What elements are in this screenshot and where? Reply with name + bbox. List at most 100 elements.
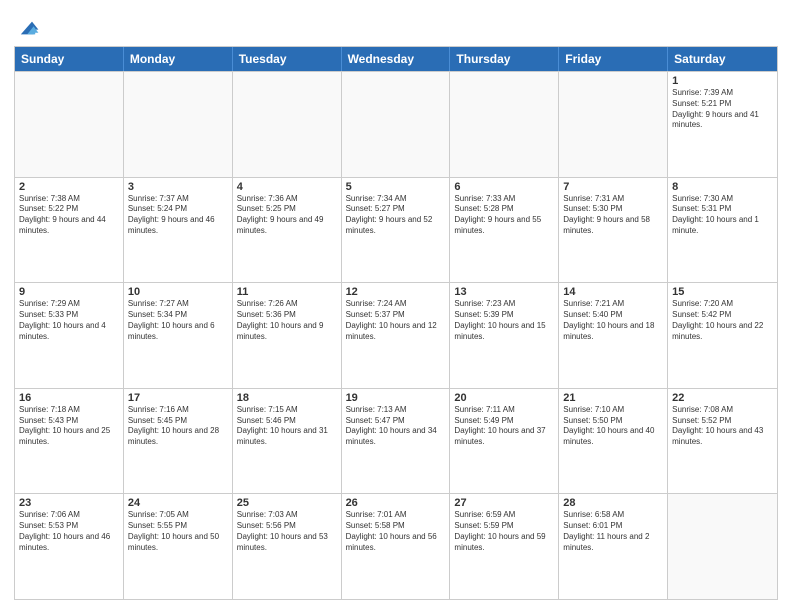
calendar-cell-15: 15Sunrise: 7:20 AMSunset: 5:42 PMDayligh… bbox=[668, 283, 777, 388]
cell-info: Sunrise: 6:58 AMSunset: 6:01 PMDaylight:… bbox=[563, 510, 663, 553]
calendar-cell-17: 17Sunrise: 7:16 AMSunset: 5:45 PMDayligh… bbox=[124, 389, 233, 494]
day-number: 14 bbox=[563, 286, 663, 298]
day-number: 3 bbox=[128, 181, 228, 193]
header-day-thursday: Thursday bbox=[450, 47, 559, 71]
day-number: 16 bbox=[19, 392, 119, 404]
day-number: 7 bbox=[563, 181, 663, 193]
cell-info: Sunrise: 7:38 AMSunset: 5:22 PMDaylight:… bbox=[19, 194, 119, 237]
calendar-cell-14: 14Sunrise: 7:21 AMSunset: 5:40 PMDayligh… bbox=[559, 283, 668, 388]
header-day-saturday: Saturday bbox=[668, 47, 777, 71]
logo bbox=[14, 16, 40, 40]
calendar-cell-19: 19Sunrise: 7:13 AMSunset: 5:47 PMDayligh… bbox=[342, 389, 451, 494]
calendar-cell-5: 5Sunrise: 7:34 AMSunset: 5:27 PMDaylight… bbox=[342, 178, 451, 283]
calendar-cell-28: 28Sunrise: 6:58 AMSunset: 6:01 PMDayligh… bbox=[559, 494, 668, 599]
day-number: 8 bbox=[672, 181, 773, 193]
calendar-cell-4: 4Sunrise: 7:36 AMSunset: 5:25 PMDaylight… bbox=[233, 178, 342, 283]
calendar-cell-empty-0-2 bbox=[233, 72, 342, 177]
calendar-body: 1Sunrise: 7:39 AMSunset: 5:21 PMDaylight… bbox=[15, 71, 777, 599]
calendar-row-4: 23Sunrise: 7:06 AMSunset: 5:53 PMDayligh… bbox=[15, 493, 777, 599]
calendar-cell-empty-0-0 bbox=[15, 72, 124, 177]
calendar-cell-6: 6Sunrise: 7:33 AMSunset: 5:28 PMDaylight… bbox=[450, 178, 559, 283]
day-number: 11 bbox=[237, 286, 337, 298]
day-number: 24 bbox=[128, 497, 228, 509]
calendar-cell-9: 9Sunrise: 7:29 AMSunset: 5:33 PMDaylight… bbox=[15, 283, 124, 388]
calendar-cell-12: 12Sunrise: 7:24 AMSunset: 5:37 PMDayligh… bbox=[342, 283, 451, 388]
calendar-cell-23: 23Sunrise: 7:06 AMSunset: 5:53 PMDayligh… bbox=[15, 494, 124, 599]
day-number: 10 bbox=[128, 286, 228, 298]
day-number: 1 bbox=[672, 75, 773, 87]
day-number: 19 bbox=[346, 392, 446, 404]
cell-info: Sunrise: 6:59 AMSunset: 5:59 PMDaylight:… bbox=[454, 510, 554, 553]
cell-info: Sunrise: 7:18 AMSunset: 5:43 PMDaylight:… bbox=[19, 405, 119, 448]
header-day-friday: Friday bbox=[559, 47, 668, 71]
calendar-cell-22: 22Sunrise: 7:08 AMSunset: 5:52 PMDayligh… bbox=[668, 389, 777, 494]
calendar-cell-10: 10Sunrise: 7:27 AMSunset: 5:34 PMDayligh… bbox=[124, 283, 233, 388]
header-day-sunday: Sunday bbox=[15, 47, 124, 71]
calendar-cell-3: 3Sunrise: 7:37 AMSunset: 5:24 PMDaylight… bbox=[124, 178, 233, 283]
day-number: 20 bbox=[454, 392, 554, 404]
cell-info: Sunrise: 7:13 AMSunset: 5:47 PMDaylight:… bbox=[346, 405, 446, 448]
day-number: 18 bbox=[237, 392, 337, 404]
header bbox=[14, 12, 778, 40]
calendar-cell-13: 13Sunrise: 7:23 AMSunset: 5:39 PMDayligh… bbox=[450, 283, 559, 388]
cell-info: Sunrise: 7:21 AMSunset: 5:40 PMDaylight:… bbox=[563, 299, 663, 342]
calendar-cell-8: 8Sunrise: 7:30 AMSunset: 5:31 PMDaylight… bbox=[668, 178, 777, 283]
cell-info: Sunrise: 7:16 AMSunset: 5:45 PMDaylight:… bbox=[128, 405, 228, 448]
cell-info: Sunrise: 7:06 AMSunset: 5:53 PMDaylight:… bbox=[19, 510, 119, 553]
cell-info: Sunrise: 7:34 AMSunset: 5:27 PMDaylight:… bbox=[346, 194, 446, 237]
calendar-cell-26: 26Sunrise: 7:01 AMSunset: 5:58 PMDayligh… bbox=[342, 494, 451, 599]
calendar-cell-empty-4-6 bbox=[668, 494, 777, 599]
calendar-cell-empty-0-3 bbox=[342, 72, 451, 177]
cell-info: Sunrise: 7:03 AMSunset: 5:56 PMDaylight:… bbox=[237, 510, 337, 553]
day-number: 22 bbox=[672, 392, 773, 404]
day-number: 26 bbox=[346, 497, 446, 509]
day-number: 6 bbox=[454, 181, 554, 193]
day-number: 21 bbox=[563, 392, 663, 404]
day-number: 27 bbox=[454, 497, 554, 509]
calendar-cell-2: 2Sunrise: 7:38 AMSunset: 5:22 PMDaylight… bbox=[15, 178, 124, 283]
cell-info: Sunrise: 7:08 AMSunset: 5:52 PMDaylight:… bbox=[672, 405, 773, 448]
calendar-cell-21: 21Sunrise: 7:10 AMSunset: 5:50 PMDayligh… bbox=[559, 389, 668, 494]
day-number: 13 bbox=[454, 286, 554, 298]
day-number: 2 bbox=[19, 181, 119, 193]
cell-info: Sunrise: 7:27 AMSunset: 5:34 PMDaylight:… bbox=[128, 299, 228, 342]
calendar-row-0: 1Sunrise: 7:39 AMSunset: 5:21 PMDaylight… bbox=[15, 71, 777, 177]
cell-info: Sunrise: 7:26 AMSunset: 5:36 PMDaylight:… bbox=[237, 299, 337, 342]
day-number: 9 bbox=[19, 286, 119, 298]
calendar-row-3: 16Sunrise: 7:18 AMSunset: 5:43 PMDayligh… bbox=[15, 388, 777, 494]
calendar-cell-27: 27Sunrise: 6:59 AMSunset: 5:59 PMDayligh… bbox=[450, 494, 559, 599]
day-number: 5 bbox=[346, 181, 446, 193]
cell-info: Sunrise: 7:24 AMSunset: 5:37 PMDaylight:… bbox=[346, 299, 446, 342]
calendar-cell-11: 11Sunrise: 7:26 AMSunset: 5:36 PMDayligh… bbox=[233, 283, 342, 388]
calendar-cell-empty-0-5 bbox=[559, 72, 668, 177]
cell-info: Sunrise: 7:36 AMSunset: 5:25 PMDaylight:… bbox=[237, 194, 337, 237]
cell-info: Sunrise: 7:11 AMSunset: 5:49 PMDaylight:… bbox=[454, 405, 554, 448]
calendar-cell-7: 7Sunrise: 7:31 AMSunset: 5:30 PMDaylight… bbox=[559, 178, 668, 283]
day-number: 17 bbox=[128, 392, 228, 404]
cell-info: Sunrise: 7:05 AMSunset: 5:55 PMDaylight:… bbox=[128, 510, 228, 553]
cell-info: Sunrise: 7:23 AMSunset: 5:39 PMDaylight:… bbox=[454, 299, 554, 342]
calendar-header: SundayMondayTuesdayWednesdayThursdayFrid… bbox=[15, 47, 777, 71]
calendar-cell-24: 24Sunrise: 7:05 AMSunset: 5:55 PMDayligh… bbox=[124, 494, 233, 599]
page: SundayMondayTuesdayWednesdayThursdayFrid… bbox=[0, 0, 792, 612]
calendar: SundayMondayTuesdayWednesdayThursdayFrid… bbox=[14, 46, 778, 600]
cell-info: Sunrise: 7:31 AMSunset: 5:30 PMDaylight:… bbox=[563, 194, 663, 237]
logo-icon bbox=[16, 16, 40, 40]
calendar-row-1: 2Sunrise: 7:38 AMSunset: 5:22 PMDaylight… bbox=[15, 177, 777, 283]
calendar-cell-16: 16Sunrise: 7:18 AMSunset: 5:43 PMDayligh… bbox=[15, 389, 124, 494]
cell-info: Sunrise: 7:01 AMSunset: 5:58 PMDaylight:… bbox=[346, 510, 446, 553]
calendar-cell-empty-0-4 bbox=[450, 72, 559, 177]
calendar-cell-20: 20Sunrise: 7:11 AMSunset: 5:49 PMDayligh… bbox=[450, 389, 559, 494]
cell-info: Sunrise: 7:29 AMSunset: 5:33 PMDaylight:… bbox=[19, 299, 119, 342]
header-day-tuesday: Tuesday bbox=[233, 47, 342, 71]
day-number: 23 bbox=[19, 497, 119, 509]
cell-info: Sunrise: 7:10 AMSunset: 5:50 PMDaylight:… bbox=[563, 405, 663, 448]
calendar-cell-empty-0-1 bbox=[124, 72, 233, 177]
calendar-cell-25: 25Sunrise: 7:03 AMSunset: 5:56 PMDayligh… bbox=[233, 494, 342, 599]
day-number: 28 bbox=[563, 497, 663, 509]
day-number: 15 bbox=[672, 286, 773, 298]
cell-info: Sunrise: 7:20 AMSunset: 5:42 PMDaylight:… bbox=[672, 299, 773, 342]
cell-info: Sunrise: 7:37 AMSunset: 5:24 PMDaylight:… bbox=[128, 194, 228, 237]
cell-info: Sunrise: 7:33 AMSunset: 5:28 PMDaylight:… bbox=[454, 194, 554, 237]
day-number: 25 bbox=[237, 497, 337, 509]
